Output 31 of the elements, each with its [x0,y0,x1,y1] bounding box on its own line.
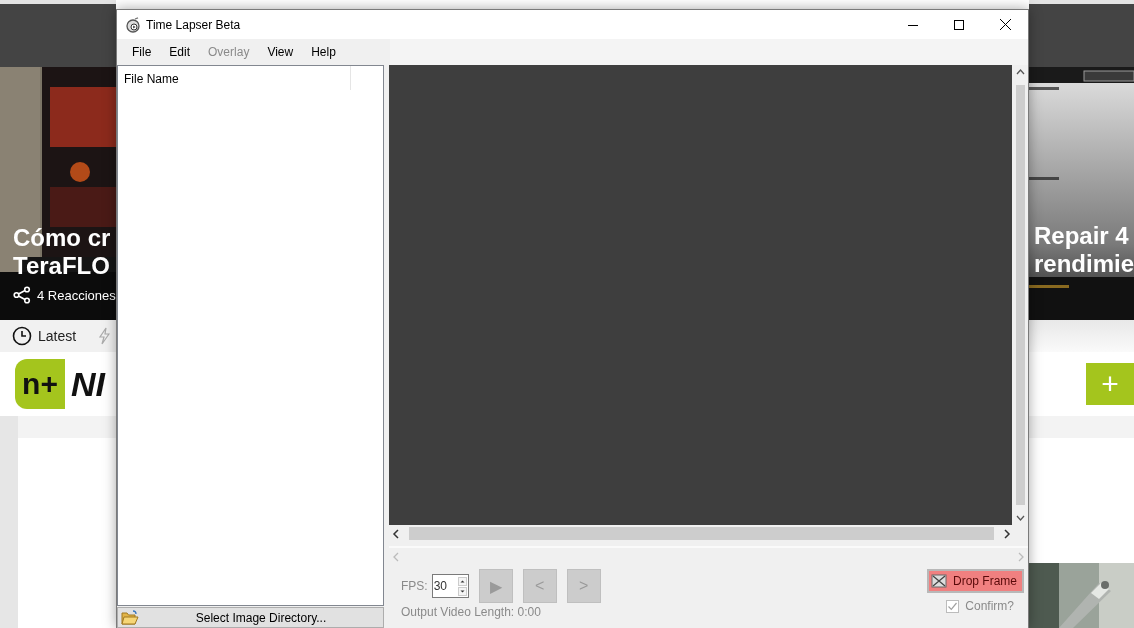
maximize-icon [954,19,964,30]
spin-up-icon[interactable] [457,576,467,586]
spin-down-icon[interactable] [457,586,467,596]
logo-mark[interactable]: n+ [15,359,65,409]
article-title[interactable]: Repair 4 [1034,222,1134,250]
menu-item[interactable]: View [258,42,303,62]
menu-item[interactable]: File [123,42,161,62]
confirm-label: Confirm? [965,599,1014,613]
drop-frame-button[interactable]: Drop Frame [927,569,1024,593]
share-icon[interactable] [13,286,31,304]
article-title[interactable]: Cómo cr [13,224,116,252]
logo-wordmark[interactable]: NI [71,364,105,404]
article-title[interactable]: TeraFLO [13,252,116,280]
fps-label: FPS: [401,579,428,593]
checkmark-icon [947,600,959,612]
select-directory-button[interactable]: Select Image Directory... [117,607,384,628]
file-list[interactable]: File Name [117,65,384,606]
fps-spinbox[interactable]: 30 [431,574,469,598]
folder-icon [121,609,139,626]
menu-item[interactable]: Edit [160,42,200,62]
output-length-label: Output Video Length: 0:00 [401,605,542,619]
article-title[interactable]: rendimie [1034,250,1134,278]
lightning-icon[interactable] [98,327,111,345]
clock-icon [12,326,32,346]
column-header[interactable]: File Name [118,66,351,90]
window-title: Time Lapser Beta [146,17,242,32]
menu-item[interactable]: Help [302,42,345,62]
stopwatch-icon [125,16,141,33]
crossed-frame-icon [931,573,947,589]
latest-tab[interactable]: Latest [38,328,77,344]
close-icon [999,19,1011,30]
